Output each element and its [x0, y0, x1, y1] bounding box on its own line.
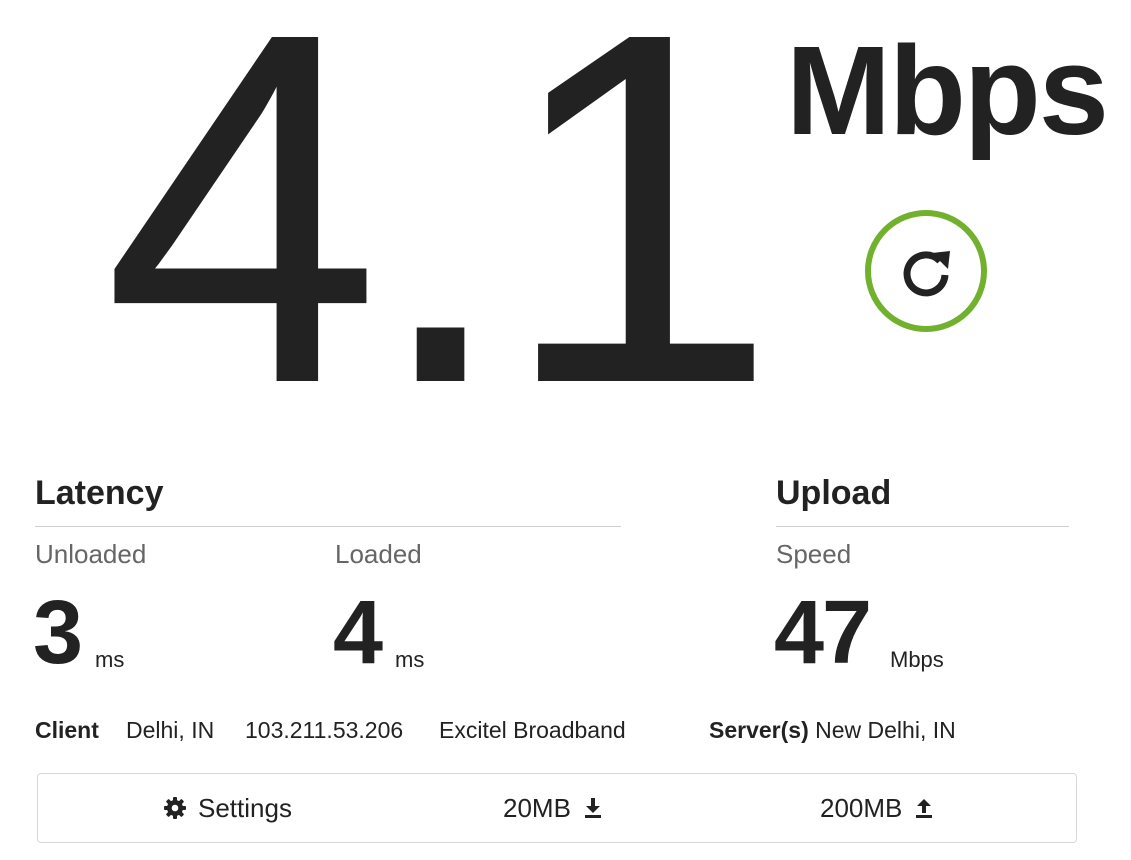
upload-speed-value: 47: [774, 583, 872, 683]
latency-title: Latency: [35, 474, 164, 512]
upload-size-label: 200MB: [820, 792, 903, 823]
client-label-text: Client: [35, 717, 99, 743]
loaded-unit: ms: [395, 647, 425, 672]
settings-label: Settings: [198, 792, 292, 823]
loaded-label: Loaded: [335, 539, 422, 569]
download-icon: [584, 798, 601, 818]
upload-title: Upload: [776, 474, 892, 512]
upload-divider: [776, 526, 1069, 527]
unloaded-unit: ms: [95, 647, 125, 672]
upload-speed-label: Speed: [776, 539, 852, 569]
client-ip: 103.211.53.206: [245, 717, 404, 743]
download-size-button[interactable]: 20MB: [503, 774, 603, 842]
settings-button[interactable]: Settings: [163, 774, 292, 842]
options-bar: Settings 20MB 200MB: [37, 773, 1077, 843]
server-location: New Delhi, IN: [815, 717, 956, 743]
upload-speed-unit: Mbps: [890, 647, 944, 672]
client-location: Delhi, IN: [126, 717, 215, 743]
server-label: Server(s): [709, 717, 809, 743]
latency-divider: [35, 526, 621, 527]
client-isp: Excitel Broadband: [439, 717, 626, 743]
refresh-button[interactable]: [865, 210, 987, 332]
upload-icon: [916, 799, 933, 818]
download-speed-value: 4.1: [103, 0, 778, 487]
unloaded-label: Unloaded: [35, 539, 147, 569]
download-size-label: 20MB: [503, 792, 571, 823]
upload-size-button[interactable]: 200MB: [820, 774, 934, 842]
download-speed-unit: Mbps: [786, 20, 1109, 161]
server-info: Server(s) New Delhi, IN: [709, 717, 956, 744]
client-label: Client: [35, 717, 99, 744]
refresh-icon: [903, 251, 950, 297]
speed-test-page: 4.1 Mbps Latency Unloaded 3 ms Loaded 4 …: [0, 0, 1131, 860]
gear-icon: [164, 797, 186, 819]
loaded-value: 4: [333, 583, 383, 683]
unloaded-value: 3: [33, 583, 83, 683]
